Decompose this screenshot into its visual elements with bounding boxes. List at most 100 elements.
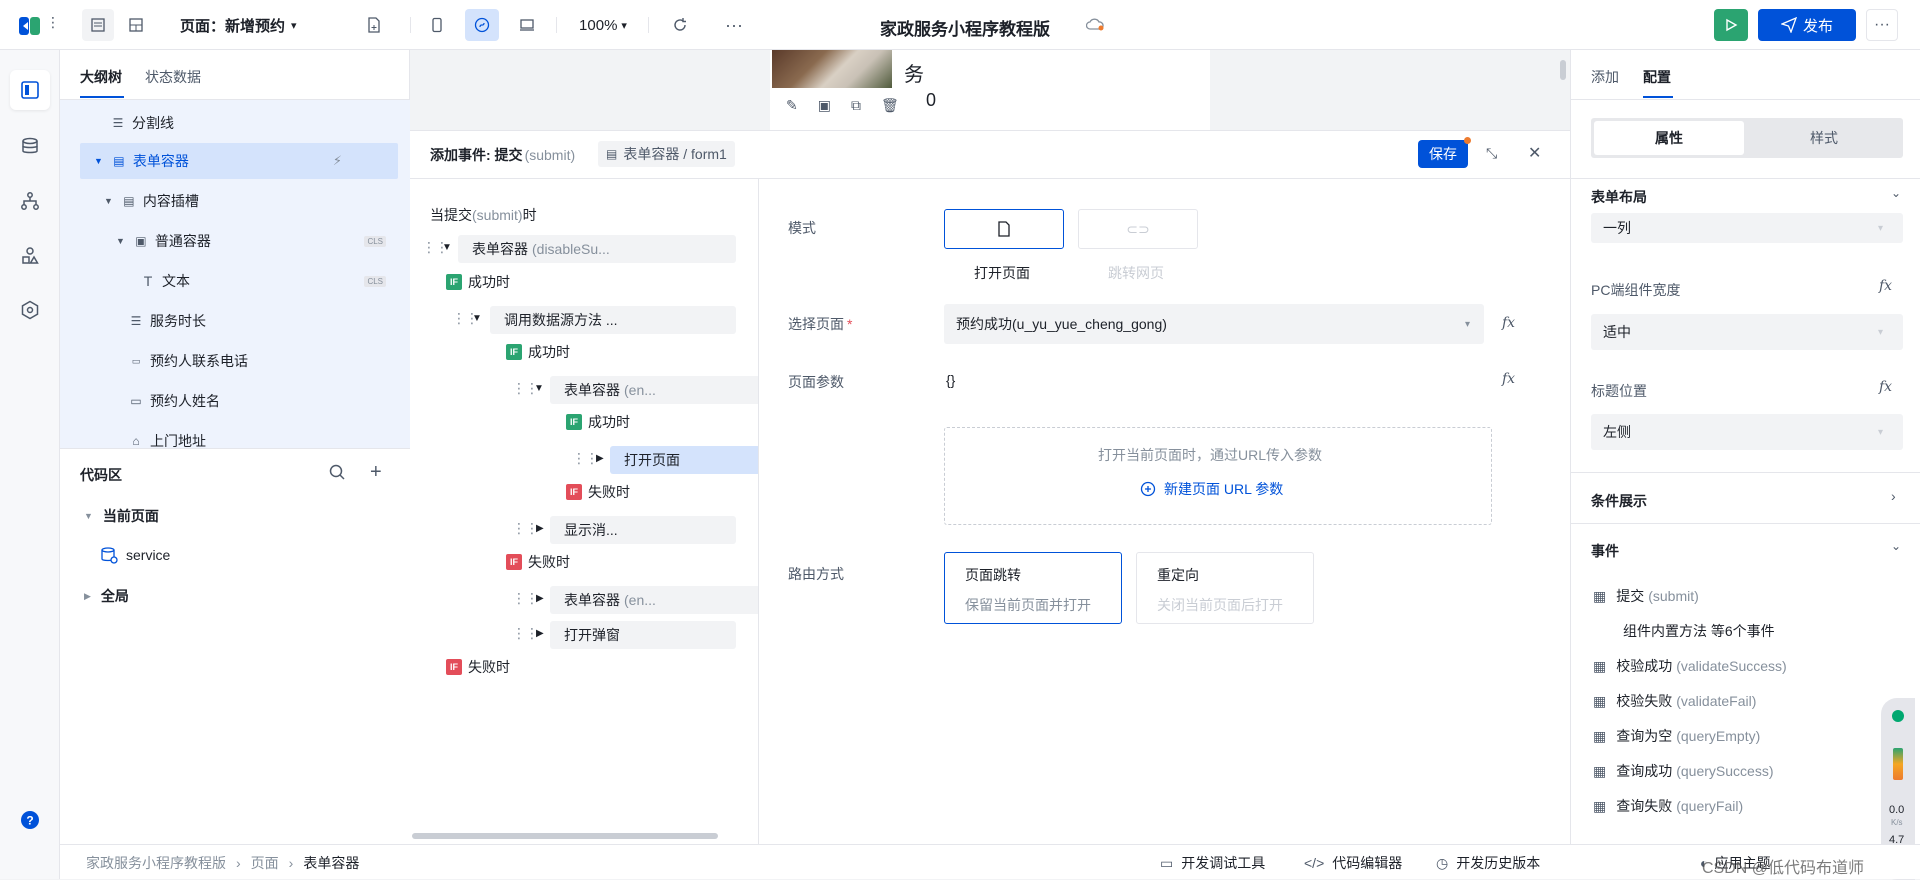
tab-outline-tree[interactable]: 大纲树 xyxy=(80,67,122,87)
chevron-down-icon[interactable]: ⌄ xyxy=(1891,539,1901,553)
event-validate-success[interactable]: ▦ 校验成功 (validateSuccess) xyxy=(1593,656,1787,676)
topbar-more-button[interactable]: ··· xyxy=(1866,9,1898,41)
add-icon[interactable]: + xyxy=(370,461,382,484)
segment-properties[interactable]: 属性 xyxy=(1594,121,1744,155)
segment-style[interactable]: 样式 xyxy=(1749,121,1899,155)
save-icon[interactable]: ▣ xyxy=(818,97,831,114)
event-query-fail[interactable]: ▦ 查询失败 (queryFail) xyxy=(1593,796,1743,816)
tree-item-container[interactable]: ▼ ▣ 普通容器 CLS xyxy=(116,223,398,259)
tree-item-divider[interactable]: ☰ 分割线 xyxy=(110,105,400,141)
if-fail-3[interactable]: IF 失败时 xyxy=(566,482,630,502)
collapse-icon[interactable]: ⤡ xyxy=(1486,145,1497,162)
caret-down-icon[interactable]: ▼ xyxy=(472,313,482,324)
drag-handle-icon[interactable]: ⋮⋮ xyxy=(512,520,539,537)
if-success-1[interactable]: IF 成功时 xyxy=(446,272,510,292)
chevron-down-icon[interactable]: ⌄ xyxy=(1891,186,1901,200)
if-fail-2[interactable]: IF 失败时 xyxy=(506,552,570,572)
caret-down-icon[interactable]: ▼ xyxy=(442,242,452,253)
miniprogram-view-button[interactable] xyxy=(465,9,499,41)
edit-icon[interactable]: ✎ xyxy=(786,97,798,114)
title-pos-select[interactable]: 左侧 ▾ xyxy=(1591,414,1903,450)
fx-icon[interactable]: fx xyxy=(1879,379,1892,395)
search-icon[interactable] xyxy=(328,463,346,484)
add-url-param-button[interactable]: 新建页面 URL 参数 xyxy=(1140,479,1283,499)
tree-item-form-container[interactable]: ▼ ▤ 表单容器 ⚡ xyxy=(80,143,398,179)
tree-item-text[interactable]: T 文本 CLS xyxy=(140,263,398,299)
tree-current-page[interactable]: ▼ 当前页面 xyxy=(84,506,159,526)
canvas-scrollbar[interactable] xyxy=(1560,60,1566,80)
caret-right-icon[interactable]: ▶ xyxy=(596,453,604,464)
tab-config[interactable]: 配置 xyxy=(1643,67,1671,87)
rail-settings-button[interactable] xyxy=(10,290,50,330)
page-params-value[interactable]: {} xyxy=(946,372,955,388)
page-select[interactable]: 预约成功(u_yu_yue_cheng_gong) ▾ xyxy=(944,304,1484,344)
fx-icon[interactable]: fx xyxy=(1502,371,1515,387)
form-layout-title[interactable]: 表单布局 xyxy=(1591,187,1647,207)
flow-node-open-modal[interactable]: 打开弹窗 xyxy=(550,621,736,649)
flow-node-datasource[interactable]: 调用数据源方法 ... xyxy=(490,306,736,334)
drag-handle-icon[interactable]: ⋮⋮ xyxy=(512,590,539,607)
mobile-view-button[interactable] xyxy=(420,9,454,41)
tree-item-content-slot[interactable]: ▼ ▤ 内容插槽 xyxy=(104,183,404,219)
delete-icon[interactable]: 🗑 xyxy=(881,97,899,114)
fx-icon[interactable]: fx xyxy=(1502,315,1515,331)
event-submit[interactable]: ▦ 提交 (submit) xyxy=(1593,586,1699,606)
flow-node-show-message[interactable]: 显示消... xyxy=(550,516,736,544)
flow-node-form-enable-2[interactable]: 表单容器 (en... xyxy=(550,586,758,614)
dev-tools-button[interactable]: ▭ 开发调试工具 xyxy=(1160,853,1265,873)
rail-components-button[interactable] xyxy=(10,236,50,276)
rail-flow-button[interactable] xyxy=(10,181,50,221)
rail-data-button[interactable] xyxy=(10,126,50,166)
pc-width-select[interactable]: 适中 ▾ xyxy=(1591,314,1903,350)
event-save-button[interactable]: 保存 xyxy=(1418,140,1468,168)
cond-display-title[interactable]: 条件展示 xyxy=(1591,491,1647,511)
if-fail-1[interactable]: IF 失败时 xyxy=(446,657,510,677)
more-button[interactable]: ··· xyxy=(718,9,750,41)
code-editor-button[interactable]: </> 代码编辑器 xyxy=(1304,853,1402,873)
flow-h-scrollbar[interactable] xyxy=(412,833,718,839)
if-success-2[interactable]: IF 成功时 xyxy=(506,342,570,362)
event-query-empty[interactable]: ▦ 查询为空 (queryEmpty) xyxy=(1593,726,1760,746)
tree-service[interactable]: service xyxy=(100,546,170,564)
fx-icon[interactable]: fx xyxy=(1879,278,1892,294)
more-dots-icon[interactable]: ⋮ xyxy=(46,14,60,31)
zoom-selector[interactable]: 100% ▾ xyxy=(570,9,636,41)
route-redirect-card[interactable]: 重定向 关闭当前页面后打开 xyxy=(1136,552,1314,624)
breadcrumb-item[interactable]: 页面 xyxy=(251,853,279,873)
tree-global[interactable]: ▶ 全局 xyxy=(84,586,129,606)
tab-state-data[interactable]: 状态数据 xyxy=(145,67,201,87)
new-page-button[interactable] xyxy=(358,9,390,41)
tree-item-phone[interactable]: ▭ 预约人联系电话 xyxy=(128,343,398,379)
page-selector[interactable]: 页面：新增预约 ▾ xyxy=(180,9,320,41)
outline-view-button[interactable] xyxy=(82,9,114,41)
drag-handle-icon[interactable]: ⋮⋮ xyxy=(572,450,599,467)
tree-item-name[interactable]: ▭ 预约人姓名 xyxy=(128,383,398,419)
layout-view-button[interactable] xyxy=(120,9,152,41)
drag-handle-icon[interactable]: ⋮⋮ xyxy=(512,625,539,642)
rail-outline-button[interactable] xyxy=(10,70,50,110)
flow-node-form-disable[interactable]: 表单容器 (disableSu... xyxy=(458,235,736,263)
breadcrumb-item[interactable]: 表单容器 xyxy=(303,853,359,873)
tab-add[interactable]: 添加 xyxy=(1591,67,1619,87)
event-query-success[interactable]: ▦ 查询成功 (querySuccess) xyxy=(1593,761,1774,781)
caret-right-icon[interactable]: ▶ xyxy=(536,628,544,639)
mode-jump-url-card[interactable]: ⊂⊃ xyxy=(1078,209,1198,249)
chevron-right-icon[interactable]: › xyxy=(1891,488,1896,504)
desktop-view-button[interactable] xyxy=(510,9,544,41)
event-builtin-methods[interactable]: 组件内置方法 等6个事件 xyxy=(1623,621,1775,641)
caret-right-icon[interactable]: ▶ xyxy=(536,523,544,534)
events-title[interactable]: 事件 xyxy=(1591,541,1619,561)
copy-icon[interactable]: ⧉ xyxy=(851,97,861,114)
refresh-button[interactable] xyxy=(664,9,696,41)
history-button[interactable]: ◷ 开发历史版本 xyxy=(1436,853,1540,873)
flow-node-form-enable[interactable]: 表单容器 (en... xyxy=(550,376,758,404)
caret-right-icon[interactable]: ▶ xyxy=(536,593,544,604)
event-validate-fail[interactable]: ▦ 校验失败 (validateFail) xyxy=(1593,691,1756,711)
publish-button[interactable]: 发布 xyxy=(1758,9,1856,41)
form-layout-select[interactable]: 一列 ▾ xyxy=(1591,213,1903,243)
close-icon[interactable]: ✕ xyxy=(1528,143,1541,163)
mode-open-page-card[interactable] xyxy=(944,209,1064,249)
flow-node-open-page[interactable]: 打开页面 xyxy=(610,446,758,474)
breadcrumb-item[interactable]: 家政服务小程序教程版 xyxy=(86,853,226,873)
route-navigate-card[interactable]: 页面跳转 保留当前页面并打开 xyxy=(944,552,1122,624)
